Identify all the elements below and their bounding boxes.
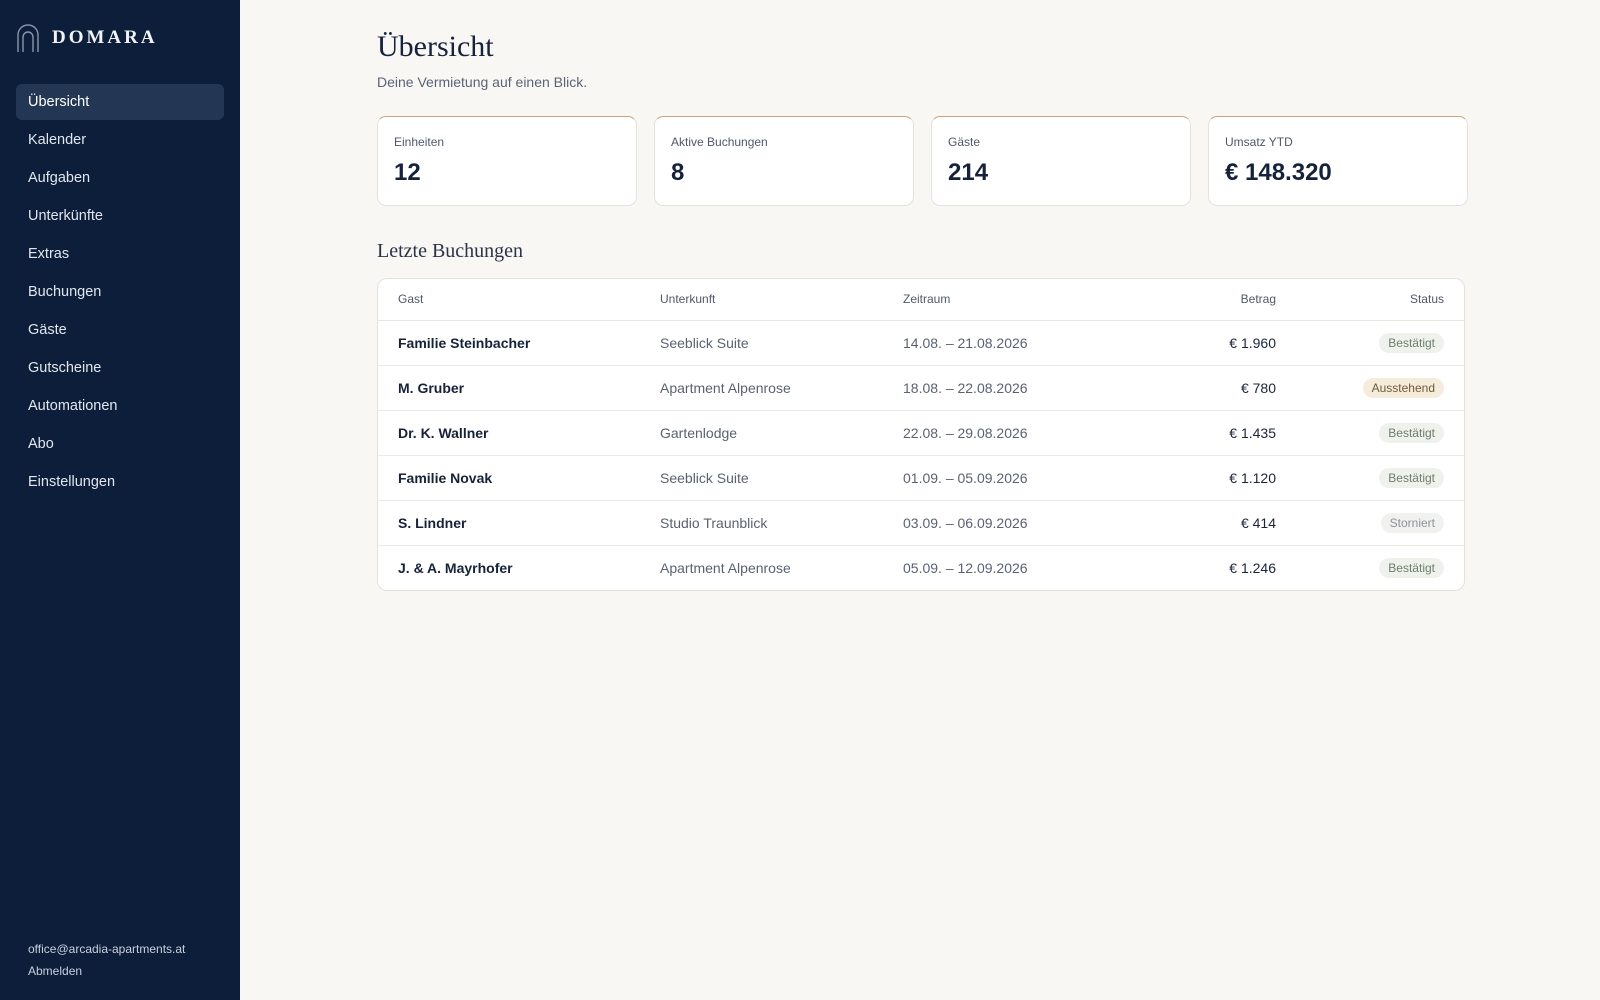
cell-guest: S. Lindner (378, 500, 660, 546)
sidebar-item-kalender[interactable]: Kalender (16, 122, 224, 158)
cell-period: 22.08. – 29.08.2026 (903, 410, 1103, 456)
status-badge: Bestätigt (1379, 467, 1444, 488)
cell-unit: Seeblick Suite (660, 320, 903, 366)
sidebar-item-abo[interactable]: Abo (16, 426, 224, 462)
sidebar-item-gaeste[interactable]: Gäste (16, 312, 224, 348)
cell-guest: J. & A. Mayrhofer (398, 559, 513, 576)
cell-amount: € 1.435 (1103, 410, 1276, 456)
cell-amount: € 1.246 (1229, 559, 1276, 576)
brand-name: DOMARA (52, 27, 158, 48)
sidebar-item-buchungen[interactable]: Buchungen (16, 274, 224, 310)
stat-card-units: Einheiten 12 (377, 116, 637, 206)
cell-unit: Apartment Alpenrose (660, 559, 791, 576)
account-email: office@arcadia-apartments.at (28, 942, 186, 956)
sidebar-item-extras[interactable]: Extras (16, 236, 224, 272)
account-footer: office@arcadia-apartments.at Abmelden (28, 938, 185, 982)
cell-unit: Apartment Alpenrose (660, 365, 903, 411)
cell-amount: € 414 (1103, 500, 1276, 546)
sidebar-item-unterkuenfte[interactable]: Unterkünfte (16, 198, 224, 234)
cell-guest: Familie Steinbacher (378, 320, 660, 366)
cell-guest: M. Gruber (378, 365, 660, 411)
sidebar-nav: Übersicht Kalender Aufgaben Unterkünfte … (16, 84, 224, 502)
status-badge: Storniert (1380, 512, 1444, 533)
recent-bookings-table: Gast Unterkunft Zeitraum Betrag Status F… (377, 278, 1465, 591)
stat-label: Gäste (948, 135, 981, 149)
column-header-status[interactable]: Status (1276, 279, 1464, 321)
table-row[interactable]: Dr. K. Wallner Gartenlodge 22.08. – 29.0… (378, 410, 1464, 456)
cell-period: 14.08. – 21.08.2026 (903, 320, 1103, 366)
table-row[interactable]: Familie Steinbacher Seeblick Suite 14.08… (378, 320, 1464, 366)
stats-row: Einheiten 12 Aktive Buchungen 8 Gäste 21… (377, 116, 1468, 206)
table-header-row: Gast Unterkunft Zeitraum Betrag Status (378, 279, 1464, 321)
page-subtitle: Deine Vermietung auf einen Blick. (377, 74, 588, 90)
cell-unit: Seeblick Suite (660, 455, 903, 501)
status-badge: Bestätigt (1379, 332, 1444, 353)
table-row[interactable]: S. Lindner Studio Traunblick 03.09. – 06… (378, 500, 1464, 546)
column-header-period[interactable]: Zeitraum (903, 279, 1103, 321)
stat-card-active-bookings: Aktive Buchungen 8 (654, 116, 914, 206)
cell-amount: € 1.120 (1103, 455, 1276, 501)
column-header-unit[interactable]: Unterkunft (660, 279, 903, 321)
status-badge: Bestätigt (1379, 557, 1444, 578)
cell-amount: € 780 (1103, 365, 1276, 411)
cell-period: 01.09. – 05.09.2026 (903, 455, 1103, 501)
table-row[interactable]: M. Gruber Apartment Alpenrose 18.08. – 2… (378, 365, 1464, 411)
logout-link[interactable]: Abmelden (28, 960, 185, 982)
sidebar: DOMARA Übersicht Kalender Aufgaben Unter… (0, 0, 240, 1000)
status-badge: Ausstehend (1362, 377, 1444, 398)
cell-period: 18.08. – 22.08.2026 (903, 365, 1103, 411)
column-header-guest[interactable]: Gast (378, 279, 660, 321)
stat-value: 8 (671, 159, 685, 186)
stat-card-guests: Gäste 214 (931, 116, 1191, 206)
arch-logo-icon (17, 24, 39, 52)
stat-label: Umsatz YTD (1225, 135, 1293, 149)
cell-unit: Studio Traunblick (660, 500, 903, 546)
table-row[interactable]: J. & A. Mayrhofer Apartment Alpenrose 05… (378, 545, 1464, 590)
stat-card-revenue-ytd: Umsatz YTD € 148.320 (1208, 116, 1468, 206)
sidebar-item-uebersicht[interactable]: Übersicht (16, 84, 224, 120)
brand[interactable]: DOMARA (16, 24, 158, 52)
stat-value: € 148.320 (1225, 159, 1332, 186)
cell-amount: € 1.960 (1103, 320, 1276, 366)
page-title: Übersicht (377, 30, 494, 63)
recent-bookings-title: Letzte Buchungen (377, 240, 524, 262)
stat-value: 12 (394, 159, 421, 186)
status-badge: Bestätigt (1379, 422, 1444, 443)
cell-guest: Familie Novak (378, 455, 660, 501)
sidebar-item-aufgaben[interactable]: Aufgaben (16, 160, 224, 196)
cell-unit: Gartenlodge (660, 410, 903, 456)
cell-period: 05.09. – 12.09.2026 (903, 559, 1028, 576)
stat-value: 214 (948, 159, 989, 186)
sidebar-item-einstellungen[interactable]: Einstellungen (16, 464, 224, 500)
column-header-amount[interactable]: Betrag (1103, 279, 1276, 321)
stat-label: Aktive Buchungen (671, 135, 768, 149)
cell-period: 03.09. – 06.09.2026 (903, 500, 1103, 546)
stat-label: Einheiten (394, 135, 445, 149)
sidebar-item-automationen[interactable]: Automationen (16, 388, 224, 424)
sidebar-item-gutscheine[interactable]: Gutscheine (16, 350, 224, 386)
table-row[interactable]: Familie Novak Seeblick Suite 01.09. – 05… (378, 455, 1464, 501)
cell-guest: Dr. K. Wallner (378, 410, 660, 456)
